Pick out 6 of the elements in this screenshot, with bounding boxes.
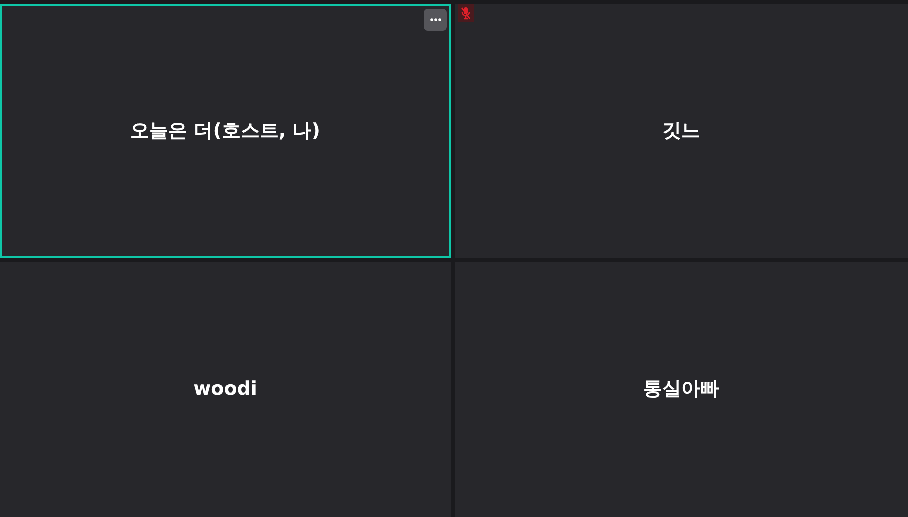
participant-name: 통실아빠 [644, 377, 720, 402]
participant-name: 깃느 [662, 118, 700, 144]
participant-name: woodi [194, 377, 258, 402]
participant-name: 오늘은 더(호스트, 나) [130, 118, 320, 144]
more-icon [430, 18, 442, 22]
more-options-button[interactable] [424, 9, 447, 31]
